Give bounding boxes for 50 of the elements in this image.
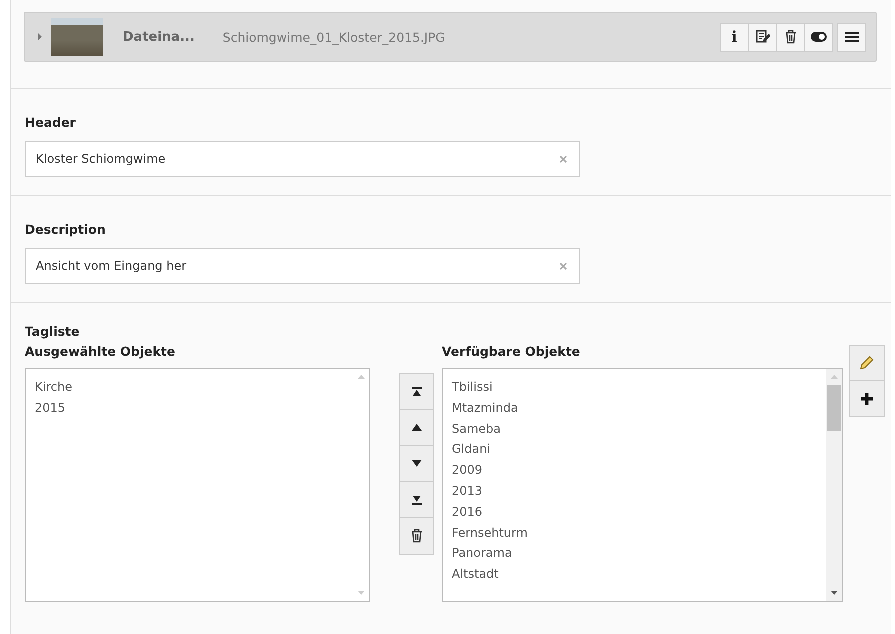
description-input-field[interactable]: Ansicht vom Eingang her bbox=[25, 248, 580, 284]
field-label: Description bbox=[25, 222, 107, 237]
toggle-button[interactable] bbox=[804, 22, 833, 52]
move-down-icon bbox=[412, 460, 422, 467]
trash-icon bbox=[784, 30, 796, 44]
move-delete-button[interactable] bbox=[400, 518, 433, 554]
scroll-down-icon[interactable] bbox=[830, 591, 838, 595]
menu-icon bbox=[844, 32, 858, 42]
selected-items-list[interactable]: Kirche 2015 bbox=[25, 368, 370, 602]
header-input-field[interactable]: Kloster Schiomgwime bbox=[25, 141, 580, 177]
plus-icon bbox=[861, 392, 873, 404]
photo-placeholder bbox=[51, 18, 103, 56]
list-item[interactable]: 2009 bbox=[452, 460, 817, 481]
info-button[interactable]: i bbox=[720, 22, 749, 52]
list-item[interactable]: 2013 bbox=[452, 480, 817, 502]
expand-caret-icon[interactable] bbox=[37, 33, 43, 41]
add-button[interactable] bbox=[850, 381, 884, 416]
list-item[interactable]: Tbilissi bbox=[452, 377, 817, 398]
trash-icon bbox=[410, 529, 422, 543]
move-top-button[interactable] bbox=[400, 374, 433, 410]
list-item[interactable]: Sameba bbox=[452, 418, 817, 440]
list-item[interactable]: 2016 bbox=[452, 502, 817, 523]
move-up-button[interactable] bbox=[400, 410, 433, 446]
move-bottom-button[interactable] bbox=[400, 482, 433, 518]
list-item[interactable]: 2015 bbox=[35, 398, 344, 419]
scrollbar-thumb[interactable] bbox=[827, 385, 841, 431]
move-down-button[interactable] bbox=[400, 446, 433, 482]
list-item[interactable]: Altstadt bbox=[452, 564, 817, 585]
list-item[interactable]: Gldani bbox=[452, 439, 817, 460]
toggle-icon bbox=[810, 32, 826, 42]
delete-button[interactable] bbox=[776, 22, 805, 52]
file-name: Schiomgwime_01_Kloster_2015.JPG bbox=[222, 30, 446, 44]
list-item[interactable]: Kirche bbox=[35, 377, 344, 398]
available-items-list[interactable]: Tbilissi Mtazminda Sameba Gldani 2009 2013 2016 Fernsehturm Panorama Altstadt bbox=[442, 368, 843, 602]
list-label: Verfügbare Objekte bbox=[442, 344, 582, 359]
move-top-icon bbox=[412, 386, 422, 396]
pencil-icon bbox=[860, 356, 874, 370]
menu-button[interactable] bbox=[837, 22, 866, 52]
move-up-icon bbox=[412, 424, 422, 431]
list-item[interactable]: Fernsehturm bbox=[452, 522, 817, 544]
field-label: Tagliste bbox=[25, 324, 81, 339]
list-item[interactable]: Mtazminda bbox=[452, 398, 817, 419]
field-label: Header bbox=[25, 115, 77, 130]
edit-button[interactable] bbox=[748, 22, 777, 52]
list-item[interactable]: Panorama bbox=[452, 543, 817, 564]
list-label: Ausgewählte Objekte bbox=[25, 344, 177, 359]
move-bottom-icon bbox=[412, 494, 422, 504]
edit-icon bbox=[756, 30, 770, 44]
file-label: Dateina... bbox=[123, 30, 195, 44]
scrollbar[interactable] bbox=[826, 369, 842, 601]
